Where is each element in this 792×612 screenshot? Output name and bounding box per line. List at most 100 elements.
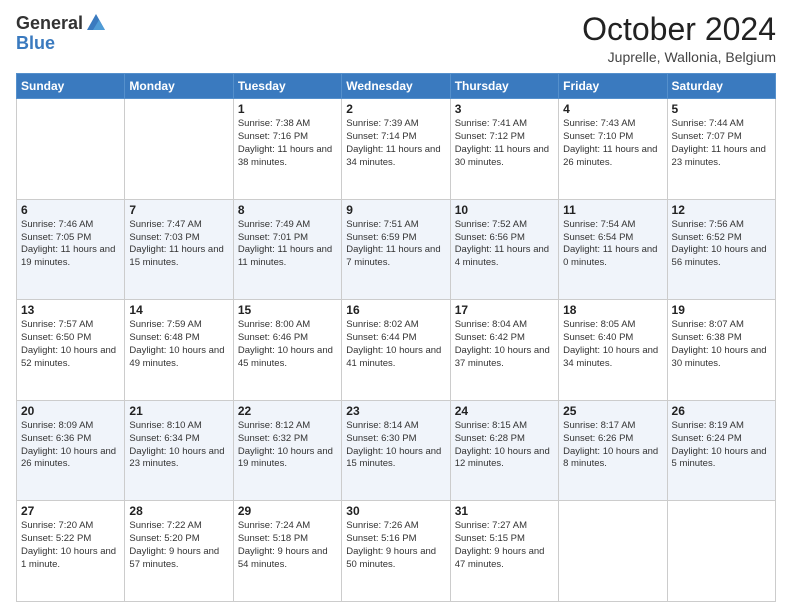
day-number: 13 — [21, 303, 120, 317]
page: General Blue October 2024 Juprelle, Wall… — [0, 0, 792, 612]
day-number: 29 — [238, 504, 337, 518]
logo-icon — [85, 12, 107, 34]
day-number: 31 — [455, 504, 554, 518]
day-number: 2 — [346, 102, 445, 116]
calendar-week-3: 13 Sunrise: 7:57 AM Sunset: 6:50 PM Dayli… — [17, 300, 776, 401]
table-row: 5Sunrise: 7:44 AM Sunset: 7:07 PM Daylig… — [667, 99, 775, 200]
day-number: 9 — [346, 203, 445, 217]
logo: General Blue — [16, 12, 107, 52]
title-area: October 2024 Juprelle, Wallonia, Belgium — [582, 12, 776, 65]
day-info: Sunrise: 8:04 AM Sunset: 6:42 PM Dayligh… — [455, 319, 554, 370]
day-number: 21 — [129, 404, 228, 418]
table-row: 17 Sunrise: 8:04 AM Sunset: 6:42 PM Dayli… — [450, 300, 558, 401]
calendar-week-1: 1Sunrise: 7:38 AM Sunset: 7:16 PM Daylig… — [17, 99, 776, 200]
day-info: Sunrise: 8:19 AM Sunset: 6:24 PM Dayligh… — [672, 420, 771, 471]
table-row: 11 Sunrise: 7:54 AM Sunset: 6:54 PM Dayli… — [559, 199, 667, 300]
day-number: 17 — [455, 303, 554, 317]
day-number: 12 — [672, 203, 771, 217]
day-number: 24 — [455, 404, 554, 418]
day-number: 11 — [563, 203, 662, 217]
table-row: 16Sunrise: 8:02 AM Sunset: 6:44 PM Dayli… — [342, 300, 450, 401]
calendar-header-row: Sunday Monday Tuesday Wednesday Thursday… — [17, 74, 776, 99]
logo-general: General — [16, 14, 83, 32]
location-title: Juprelle, Wallonia, Belgium — [582, 49, 776, 65]
table-row: 25Sunrise: 8:17 AM Sunset: 6:26 PM Dayli… — [559, 400, 667, 501]
day-number: 8 — [238, 203, 337, 217]
table-row: 9 Sunrise: 7:51 AM Sunset: 6:59 PM Daylig… — [342, 199, 450, 300]
calendar-week-5: 27Sunrise: 7:20 AM Sunset: 5:22 PM Dayli… — [17, 501, 776, 602]
table-row: 26Sunrise: 8:19 AM Sunset: 6:24 PM Dayli… — [667, 400, 775, 501]
table-row: 23 Sunrise: 8:14 AM Sunset: 6:30 PM Dayli… — [342, 400, 450, 501]
day-number: 5 — [672, 102, 771, 116]
day-number: 1 — [238, 102, 337, 116]
day-info: Sunrise: 7:22 AM Sunset: 5:20 PM Dayligh… — [129, 520, 228, 571]
table-row: 21Sunrise: 8:10 AM Sunset: 6:34 PM Dayli… — [125, 400, 233, 501]
table-row: 27Sunrise: 7:20 AM Sunset: 5:22 PM Dayli… — [17, 501, 125, 602]
day-number: 7 — [129, 203, 228, 217]
day-info: Sunrise: 8:14 AM Sunset: 6:30 PM Dayligh… — [346, 420, 445, 471]
table-row: 30 Sunrise: 7:26 AM Sunset: 5:16 PM Dayli… — [342, 501, 450, 602]
day-info: Sunrise: 7:26 AM Sunset: 5:16 PM Dayligh… — [346, 520, 445, 571]
day-info: Sunrise: 7:27 AM Sunset: 5:15 PM Dayligh… — [455, 520, 554, 571]
day-info: Sunrise: 7:47 AM Sunset: 7:03 PM Dayligh… — [129, 219, 228, 270]
day-info: Sunrise: 8:15 AM Sunset: 6:28 PM Dayligh… — [455, 420, 554, 471]
header-monday: Monday — [125, 74, 233, 99]
day-info: Sunrise: 8:00 AM Sunset: 6:46 PM Dayligh… — [238, 319, 337, 370]
day-info: Sunrise: 7:43 AM Sunset: 7:10 PM Dayligh… — [563, 118, 662, 169]
day-number: 28 — [129, 504, 228, 518]
calendar-week-2: 6Sunrise: 7:46 AM Sunset: 7:05 PM Daylig… — [17, 199, 776, 300]
day-number: 10 — [455, 203, 554, 217]
day-info: Sunrise: 7:56 AM Sunset: 6:52 PM Dayligh… — [672, 219, 771, 270]
calendar-table: Sunday Monday Tuesday Wednesday Thursday… — [16, 73, 776, 602]
table-row: 10 Sunrise: 7:52 AM Sunset: 6:56 PM Dayli… — [450, 199, 558, 300]
logo-blue: Blue — [16, 34, 55, 52]
day-number: 23 — [346, 404, 445, 418]
day-info: Sunrise: 7:24 AM Sunset: 5:18 PM Dayligh… — [238, 520, 337, 571]
day-number: 6 — [21, 203, 120, 217]
header: General Blue October 2024 Juprelle, Wall… — [16, 12, 776, 65]
table-row: 20Sunrise: 8:09 AM Sunset: 6:36 PM Dayli… — [17, 400, 125, 501]
day-info: Sunrise: 8:02 AM Sunset: 6:44 PM Dayligh… — [346, 319, 445, 370]
day-info: Sunrise: 8:05 AM Sunset: 6:40 PM Dayligh… — [563, 319, 662, 370]
day-number: 4 — [563, 102, 662, 116]
day-info: Sunrise: 7:52 AM Sunset: 6:56 PM Dayligh… — [455, 219, 554, 270]
table-row: 8 Sunrise: 7:49 AM Sunset: 7:01 PM Daylig… — [233, 199, 341, 300]
header-friday: Friday — [559, 74, 667, 99]
day-number: 14 — [129, 303, 228, 317]
table-row: 1Sunrise: 7:38 AM Sunset: 7:16 PM Daylig… — [233, 99, 341, 200]
day-number: 20 — [21, 404, 120, 418]
header-sunday: Sunday — [17, 74, 125, 99]
day-info: Sunrise: 7:51 AM Sunset: 6:59 PM Dayligh… — [346, 219, 445, 270]
day-number: 27 — [21, 504, 120, 518]
day-info: Sunrise: 7:39 AM Sunset: 7:14 PM Dayligh… — [346, 118, 445, 169]
table-row: 14 Sunrise: 7:59 AM Sunset: 6:48 PM Dayli… — [125, 300, 233, 401]
day-info: Sunrise: 7:57 AM Sunset: 6:50 PM Dayligh… — [21, 319, 120, 370]
day-info: Sunrise: 7:59 AM Sunset: 6:48 PM Dayligh… — [129, 319, 228, 370]
table-row: 13 Sunrise: 7:57 AM Sunset: 6:50 PM Dayli… — [17, 300, 125, 401]
table-row: 7 Sunrise: 7:47 AM Sunset: 7:03 PM Daylig… — [125, 199, 233, 300]
header-wednesday: Wednesday — [342, 74, 450, 99]
table-row — [125, 99, 233, 200]
table-row: 2 Sunrise: 7:39 AM Sunset: 7:14 PM Daylig… — [342, 99, 450, 200]
day-number: 19 — [672, 303, 771, 317]
table-row: 3 Sunrise: 7:41 AM Sunset: 7:12 PM Daylig… — [450, 99, 558, 200]
month-title: October 2024 — [582, 12, 776, 47]
table-row: 24 Sunrise: 8:15 AM Sunset: 6:28 PM Dayli… — [450, 400, 558, 501]
day-number: 25 — [563, 404, 662, 418]
header-thursday: Thursday — [450, 74, 558, 99]
table-row: 12 Sunrise: 7:56 AM Sunset: 6:52 PM Dayli… — [667, 199, 775, 300]
table-row: 29 Sunrise: 7:24 AM Sunset: 5:18 PM Dayli… — [233, 501, 341, 602]
day-info: Sunrise: 7:54 AM Sunset: 6:54 PM Dayligh… — [563, 219, 662, 270]
table-row: 15 Sunrise: 8:00 AM Sunset: 6:46 PM Dayli… — [233, 300, 341, 401]
day-number: 15 — [238, 303, 337, 317]
header-tuesday: Tuesday — [233, 74, 341, 99]
day-info: Sunrise: 7:41 AM Sunset: 7:12 PM Dayligh… — [455, 118, 554, 169]
table-row: 4 Sunrise: 7:43 AM Sunset: 7:10 PM Daylig… — [559, 99, 667, 200]
day-info: Sunrise: 7:49 AM Sunset: 7:01 PM Dayligh… — [238, 219, 337, 270]
day-number: 30 — [346, 504, 445, 518]
day-number: 3 — [455, 102, 554, 116]
table-row: 28 Sunrise: 7:22 AM Sunset: 5:20 PM Dayli… — [125, 501, 233, 602]
day-info: Sunrise: 8:12 AM Sunset: 6:32 PM Dayligh… — [238, 420, 337, 471]
calendar-week-4: 20Sunrise: 8:09 AM Sunset: 6:36 PM Dayli… — [17, 400, 776, 501]
day-info: Sunrise: 8:07 AM Sunset: 6:38 PM Dayligh… — [672, 319, 771, 370]
